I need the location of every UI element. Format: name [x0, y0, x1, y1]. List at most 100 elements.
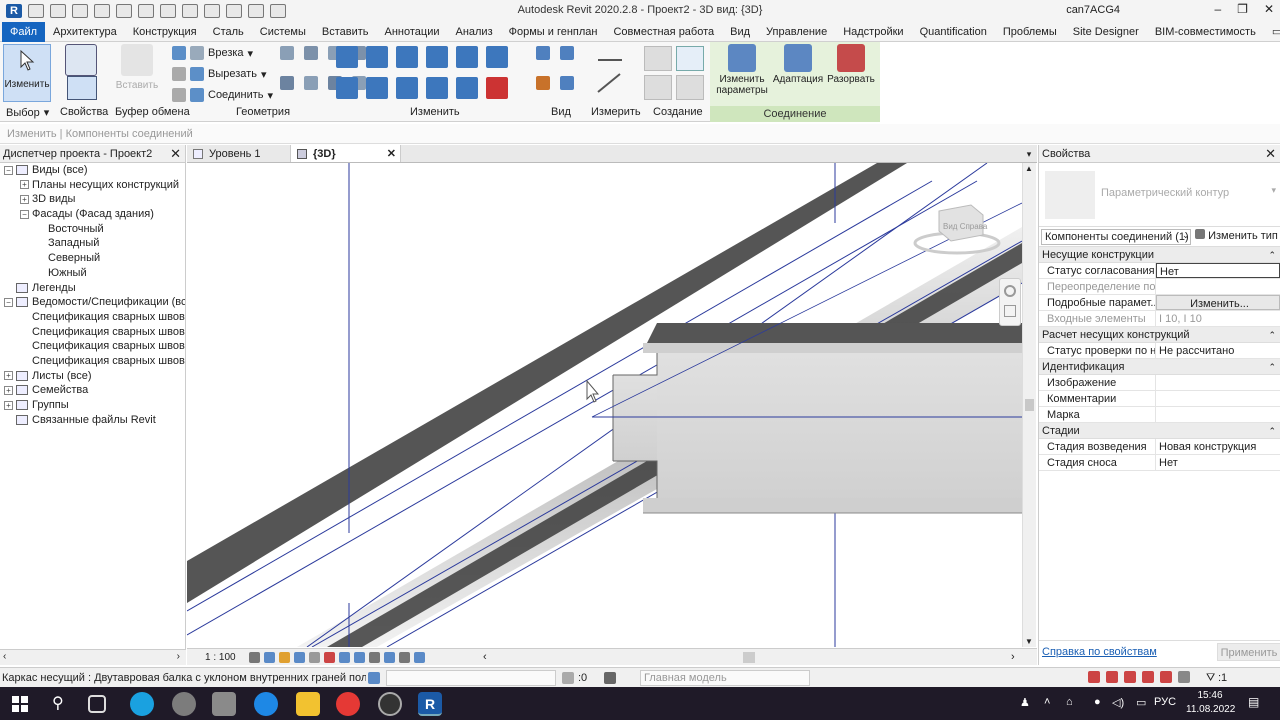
- people-icon[interactable]: ♟: [1020, 696, 1030, 709]
- property-value[interactable]: Нет: [1156, 455, 1280, 470]
- horizontal-scroll-thumb[interactable]: [743, 652, 755, 663]
- browser-item[interactable]: Северный: [0, 251, 185, 266]
- 3d-view-icon[interactable]: [226, 4, 242, 18]
- crop-view-icon[interactable]: [324, 652, 335, 663]
- tab-16[interactable]: BIM-совместимость: [1147, 22, 1264, 42]
- property-group[interactable]: Стадии ⌃: [1039, 423, 1280, 439]
- open-icon[interactable]: [28, 4, 44, 18]
- print-icon[interactable]: [138, 4, 154, 18]
- align-tool-icon[interactable]: [336, 46, 358, 68]
- visual-style-icon[interactable]: [264, 652, 275, 663]
- expand-icon[interactable]: +: [4, 371, 13, 381]
- property-group[interactable]: Несущие конструкции ⌃: [1039, 247, 1280, 263]
- background-process-icon[interactable]: [1178, 671, 1190, 683]
- 3d-viewport[interactable]: Вид Справа: [187, 163, 1022, 647]
- property-value[interactable]: [1156, 407, 1280, 422]
- tab-13[interactable]: Quantification: [912, 22, 995, 42]
- browser-item[interactable]: − Виды (все): [0, 163, 185, 178]
- property-group[interactable]: Идентификация ⌃: [1039, 359, 1280, 375]
- collapse-icon[interactable]: ⌃: [1268, 327, 1276, 343]
- select-dropdown[interactable]: Выбор ▾: [6, 106, 49, 120]
- tab-12[interactable]: Надстройки: [835, 22, 911, 42]
- collapse-icon[interactable]: −: [4, 297, 13, 307]
- beam-join-icon[interactable]: [304, 46, 318, 60]
- rotate-icon[interactable]: [396, 77, 418, 99]
- detail-level-icon[interactable]: [249, 652, 260, 663]
- edge-icon[interactable]: [254, 692, 278, 716]
- type-properties-button[interactable]: [66, 76, 98, 102]
- browser-item[interactable]: Легенды: [0, 281, 185, 296]
- select-by-face-icon[interactable]: [1142, 671, 1154, 683]
- offset-tool-icon[interactable]: [366, 46, 388, 68]
- obs-icon[interactable]: [378, 692, 402, 716]
- tab-3d[interactable]: {3D} ✕: [291, 145, 401, 162]
- view-scale[interactable]: 1 : 100: [205, 649, 236, 666]
- redo-icon[interactable]: [116, 4, 132, 18]
- property-value[interactable]: Новая конструкция: [1156, 439, 1280, 454]
- expand-icon[interactable]: +: [4, 400, 13, 410]
- instance-filter-dropdown[interactable]: Компоненты соединений (1): [1041, 229, 1191, 245]
- tab-10[interactable]: Вид: [722, 22, 758, 42]
- undo-icon[interactable]: [94, 4, 110, 18]
- drag-elements-icon[interactable]: [1160, 671, 1172, 683]
- revit-taskbar-icon[interactable]: R: [418, 692, 442, 716]
- worksets-icon[interactable]: [368, 672, 380, 684]
- search-icon[interactable]: ⚲: [52, 693, 64, 713]
- scroll-thumb[interactable]: [1025, 399, 1034, 411]
- editing-requests-icon[interactable]: [562, 672, 574, 684]
- measure-icon[interactable]: [160, 4, 176, 18]
- task-view-icon[interactable]: [88, 695, 106, 713]
- horizontal-i-beam[interactable]: [612, 323, 1022, 514]
- close-icon[interactable]: ✕: [170, 145, 181, 163]
- paste-button[interactable]: Вставить: [114, 44, 160, 91]
- adapt-button[interactable]: Адаптация: [772, 44, 824, 85]
- tab-15[interactable]: Site Designer: [1065, 22, 1147, 42]
- trim-icon[interactable]: [426, 77, 448, 99]
- properties-help-link[interactable]: Справка по свойствам: [1042, 646, 1157, 658]
- design-option-dropdown[interactable]: Главная модель: [640, 670, 810, 686]
- tab-8[interactable]: Формы и генплан: [501, 22, 606, 42]
- microphone-icon[interactable]: ●: [1094, 696, 1101, 708]
- collapse-icon[interactable]: ⌃: [1268, 359, 1276, 375]
- analytical-model-icon[interactable]: [399, 652, 410, 663]
- expand-icon[interactable]: +: [20, 180, 29, 190]
- lock-view-icon[interactable]: [339, 652, 350, 663]
- tab-6[interactable]: Аннотации: [377, 22, 448, 42]
- graphics-icon[interactable]: [560, 76, 574, 90]
- viewcube[interactable]: Вид Справа: [913, 204, 1001, 255]
- edit-type-button[interactable]: Изменить тип: [1195, 229, 1278, 242]
- scroll-left-icon[interactable]: ‹: [3, 651, 6, 662]
- tab-2[interactable]: Конструкция: [125, 22, 205, 42]
- clock[interactable]: 15:46 11.08.2022: [1186, 689, 1235, 717]
- property-group[interactable]: Расчет несущих конструкций ⌃: [1039, 327, 1280, 343]
- property-value[interactable]: Не рассчитано: [1156, 343, 1280, 358]
- close-icon[interactable]: ✕: [1264, 2, 1274, 16]
- browser-item[interactable]: Спецификация сварных швов: [0, 339, 185, 354]
- sun-path-icon[interactable]: [279, 652, 290, 663]
- expand-icon[interactable]: +: [4, 385, 13, 395]
- revit-logo-icon[interactable]: R: [6, 4, 22, 18]
- scroll-up-icon[interactable]: ▲: [1025, 164, 1033, 173]
- temporary-hide-icon[interactable]: [354, 652, 365, 663]
- select-links-icon[interactable]: [1088, 671, 1100, 683]
- browser-item[interactable]: Спецификация сварных швов: [0, 325, 185, 340]
- edit-params-button[interactable]: Изменить параметры: [714, 44, 770, 96]
- steering-wheel-icon[interactable]: [1004, 285, 1016, 297]
- battery-icon[interactable]: ▭: [1136, 696, 1146, 709]
- explode-button[interactable]: Разорвать: [826, 44, 876, 85]
- tab-9[interactable]: Совместная работа: [605, 22, 722, 42]
- skype-icon[interactable]: [130, 692, 154, 716]
- browser-item[interactable]: + Семейства: [0, 383, 185, 398]
- browser-item[interactable]: Восточный: [0, 222, 185, 237]
- copy-tool-icon[interactable]: [366, 77, 388, 99]
- paint-app-icon[interactable]: [212, 692, 236, 716]
- split-icon[interactable]: [456, 46, 478, 68]
- create-parts-icon[interactable]: [676, 46, 704, 71]
- browser-item[interactable]: − Фасады (Фасад здания): [0, 207, 185, 222]
- collapse-icon[interactable]: −: [4, 165, 13, 175]
- tab-level-1[interactable]: Уровень 1: [187, 145, 291, 162]
- select-pinned-icon[interactable]: [1124, 671, 1136, 683]
- linework-icon[interactable]: [536, 76, 550, 90]
- tab-11[interactable]: Управление: [758, 22, 835, 42]
- browser-item[interactable]: + Планы несущих конструкций: [0, 178, 185, 193]
